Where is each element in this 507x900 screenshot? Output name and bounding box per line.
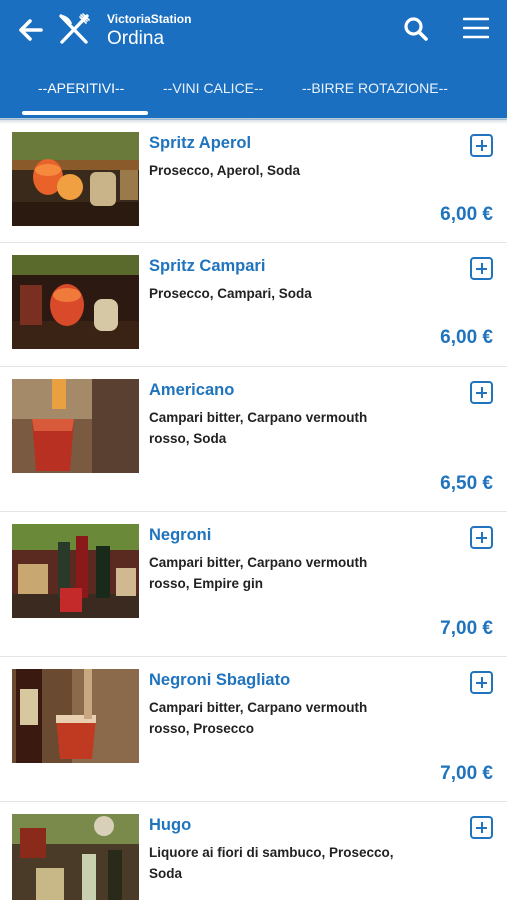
active-tab-indicator	[22, 111, 148, 115]
product-photo	[12, 379, 139, 473]
product-price: 6,00 €	[440, 327, 493, 348]
product-photo	[12, 524, 139, 618]
product-price: 7,00 €	[440, 763, 493, 784]
app-name: VictoriaStation	[107, 12, 192, 26]
category-tabs: --APERITIVI-- --VINI CALICE-- --BIRRE RO…	[0, 62, 507, 118]
add-to-order-icon[interactable]	[470, 381, 493, 404]
page-title: Ordina	[107, 28, 165, 49]
product-price: 6,00 €	[440, 204, 493, 225]
add-to-order-icon[interactable]	[470, 257, 493, 280]
add-to-order-icon[interactable]	[470, 526, 493, 549]
product-price: 7,00 €	[440, 618, 493, 639]
product-description: Prosecco, Campari, Soda	[149, 286, 312, 301]
search-icon[interactable]	[403, 16, 429, 42]
product-name: Spritz Aperol	[149, 134, 252, 152]
back-arrow-icon[interactable]	[18, 17, 44, 43]
product-list: Spritz Aperol Prosecco, Aperol, Soda 6,0…	[0, 120, 507, 900]
product-description: Liquore ai fiori di sambuco, Prosecco, S…	[149, 845, 394, 881]
product-description: Prosecco, Aperol, Soda	[149, 163, 301, 178]
product-description: Campari bitter, Carpano vermouth rosso, …	[149, 555, 368, 591]
tab-aperitivi[interactable]: --APERITIVI--	[38, 80, 124, 96]
tab-birre-rotazione[interactable]: --BIRRE ROTAZIONE--	[302, 80, 448, 96]
product-name: Spritz Campari	[149, 257, 266, 275]
product-description: Campari bitter, Carpano vermouth rosso, …	[149, 700, 368, 736]
hamburger-menu-icon[interactable]	[462, 17, 490, 39]
fork-knife-icon	[57, 12, 91, 46]
list-item[interactable]: Hugo Liquore ai fiori di sambuco, Prosec…	[0, 802, 507, 900]
product-name: Negroni	[149, 526, 212, 544]
top-bar: VictoriaStation Ordina	[0, 0, 507, 62]
product-photo	[12, 255, 139, 349]
product-price: 6,50 €	[440, 473, 493, 494]
product-name: Americano	[149, 381, 235, 399]
list-item[interactable]: Americano Campari bitter, Carpano vermou…	[0, 367, 507, 512]
product-photo	[12, 132, 139, 226]
product-name: Hugo	[149, 816, 192, 834]
add-to-order-icon[interactable]	[470, 816, 493, 839]
product-name: Negroni Sbagliato	[149, 671, 291, 689]
list-item[interactable]: Negroni Sbagliato Campari bitter, Carpan…	[0, 657, 507, 802]
tab-vini-calice[interactable]: --VINI CALICE--	[163, 80, 263, 96]
product-photo	[12, 669, 139, 763]
add-to-order-icon[interactable]	[470, 134, 493, 157]
list-item[interactable]: Spritz Aperol Prosecco, Aperol, Soda 6,0…	[0, 120, 507, 243]
product-description: Campari bitter, Carpano vermouth rosso, …	[149, 410, 368, 446]
app-header: VictoriaStation Ordina --APERITIVI-- --V…	[0, 0, 507, 120]
list-item[interactable]: Negroni Campari bitter, Carpano vermouth…	[0, 512, 507, 657]
add-to-order-icon[interactable]	[470, 671, 493, 694]
list-item[interactable]: Spritz Campari Prosecco, Campari, Soda 6…	[0, 243, 507, 367]
product-photo	[12, 814, 139, 900]
